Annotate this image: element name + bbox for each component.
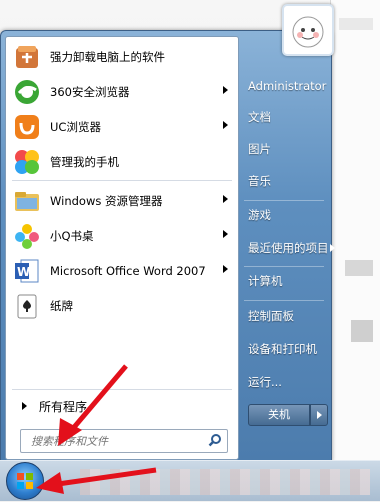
link-control-panel[interactable]: 控制面板 [248, 304, 294, 328]
search-input[interactable] [29, 433, 209, 449]
search-box[interactable] [20, 429, 228, 453]
program-label: Windows 资源管理器 [50, 193, 163, 208]
phone-manager-icon [12, 147, 42, 177]
link-music[interactable]: 音乐 [248, 169, 271, 193]
uninstaller-icon [12, 42, 42, 72]
program-label: UC浏览器 [50, 119, 101, 134]
word-icon: W [12, 256, 42, 286]
link-administrator[interactable]: Administrator [248, 74, 326, 98]
link-pictures[interactable]: 图片 [248, 137, 271, 161]
expand-arrow-icon [22, 402, 27, 410]
solitaire-icon [12, 291, 42, 321]
program-item-360-browser[interactable]: 360安全浏览器 [6, 74, 238, 109]
background-window [330, 0, 380, 460]
submenu-arrow-icon [223, 195, 228, 203]
explorer-folder-icon [12, 186, 42, 216]
submenu-arrow-icon [223, 230, 228, 238]
taskbar-items-blurred [80, 469, 370, 495]
chevron-right-icon [317, 411, 322, 419]
submenu-arrow-icon [223, 121, 228, 129]
submenu-arrow-icon [329, 244, 335, 252]
all-programs-label: 所有程序 [39, 399, 88, 414]
divider [244, 200, 324, 201]
link-computer[interactable]: 计算机 [248, 269, 283, 293]
start-button[interactable] [6, 462, 44, 500]
link-recent-items[interactable]: 最近使用的项目 [248, 236, 335, 260]
program-item-uc-browser[interactable]: UC浏览器 [6, 109, 238, 144]
program-item-windows-explorer[interactable]: Windows 资源管理器 [6, 183, 238, 218]
program-label: 360安全浏览器 [50, 84, 130, 99]
program-item-uninstaller[interactable]: 强力卸载电脑上的软件 [6, 39, 238, 74]
taskbar [0, 460, 380, 501]
program-label: 纸牌 [50, 298, 73, 313]
submenu-arrow-icon [223, 265, 228, 273]
svg-text:W: W [17, 265, 30, 279]
all-programs-button[interactable]: 所有程序 [12, 395, 232, 417]
divider [244, 300, 324, 301]
program-pane: 强力卸载电脑上的软件 360安全浏览器 UC浏览器 管理我的手机 Windows… [5, 36, 239, 460]
program-item-xiaoq-desk[interactable]: 小Q书桌 [6, 218, 238, 253]
program-item-phone-manager[interactable]: 管理我的手机 [6, 144, 238, 179]
program-item-solitaire[interactable]: 纸牌 [6, 288, 238, 323]
uc-browser-icon [12, 112, 42, 142]
link-devices-printers[interactable]: 设备和打印机 [248, 337, 317, 361]
program-label: 强力卸载电脑上的软件 [50, 49, 165, 64]
divider [244, 266, 324, 267]
shutdown-options-button[interactable] [310, 404, 328, 426]
pinned-program-list: 强力卸载电脑上的软件 360安全浏览器 UC浏览器 管理我的手机 [6, 39, 238, 179]
submenu-arrow-icon [223, 86, 228, 94]
link-games[interactable]: 游戏 [248, 203, 271, 227]
program-item-word-2007[interactable]: W Microsoft Office Word 2007 [6, 253, 238, 288]
link-documents[interactable]: 文档 [248, 105, 271, 129]
shutdown-control: 关机 [248, 404, 328, 426]
program-label: Microsoft Office Word 2007 [50, 263, 206, 278]
divider [12, 389, 232, 390]
program-label: 管理我的手机 [50, 154, 119, 169]
windows-logo-icon [17, 473, 33, 489]
xiaoq-desk-icon [12, 221, 42, 251]
360-browser-icon [12, 77, 42, 107]
recent-program-list: Windows 资源管理器 小Q书桌 W Microsoft Office Wo… [6, 183, 238, 323]
shutdown-button[interactable]: 关机 [248, 404, 310, 426]
divider [12, 180, 232, 181]
search-icon[interactable] [208, 433, 222, 450]
link-run[interactable]: 运行... [248, 370, 282, 394]
right-link-pane: Administrator 文档 图片 音乐 游戏 最近使用的项目 计算机 控制… [242, 36, 335, 460]
program-label: 小Q书桌 [50, 228, 94, 243]
